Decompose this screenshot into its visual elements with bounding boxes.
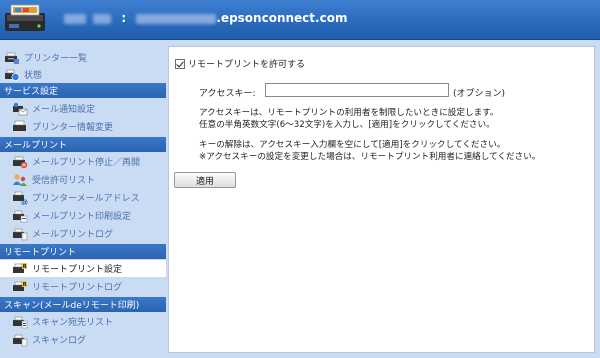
sidebar-item-printer-list[interactable]: プリンター一覧 — [0, 49, 166, 66]
sidebar-item-label: 受信許可リスト — [32, 176, 96, 186]
svg-text:R: R — [23, 264, 27, 270]
email-print-pause-icon — [13, 156, 28, 168]
sidebar-item-email-print-settings[interactable]: メールプリント印刷設定 — [0, 207, 166, 224]
sidebar-item-label: プリンター情報変更 — [32, 123, 114, 133]
printer-icon — [5, 4, 45, 31]
sidebar-item-status[interactable]: 状態 — [0, 66, 166, 83]
section-title: スキャン(メールdeリモート印刷) — [4, 301, 140, 311]
clear-key-line-1: キーの解除は、アクセスキー入力欄を空にして[適用]をクリックしてください。 — [199, 140, 506, 150]
header-title: : .epsonconnect.com — [64, 11, 347, 25]
sidebar-item-printer-email[interactable]: @ プリンターメールアドレス — [0, 189, 166, 206]
section-email-print: メールプリント — [0, 137, 166, 152]
svg-text:@: @ — [21, 198, 28, 205]
section-service-settings: サービス設定 — [0, 83, 166, 98]
remote-print-settings-panel: リモートプリントを許可する アクセスキー: (オプション) アクセスキーは、リモ… — [168, 46, 595, 353]
remote-print-settings-icon: R — [13, 262, 27, 273]
email-print-log-icon — [13, 228, 28, 240]
access-key-optional-note: (オプション) — [453, 89, 506, 99]
enable-remote-print-checkbox[interactable] — [175, 58, 185, 69]
sidebar-item-label: スキャンログ — [32, 336, 87, 346]
clear-key-line-2: ※アクセスキーの設定を変更した場合は、リモートプリント利用者に連絡してください。 — [199, 152, 541, 162]
sidebar-item-email-print-log[interactable]: メールプリントログ — [0, 225, 166, 242]
sidebar-item-printer-info[interactable]: プリンター情報変更 — [0, 118, 166, 135]
sidebar-item-label: リモートプリント設定 — [32, 265, 123, 275]
enable-remote-print-row: リモートプリントを許可する — [175, 57, 305, 70]
sidebar-item-label: メール通知設定 — [32, 105, 96, 115]
sidebar: プリンター一覧 状態 サービス設定 メール通知設定 プリンター情報変更 メールプ… — [0, 41, 166, 358]
sidebar-item-remote-print-log[interactable]: R リモートプリントログ — [0, 278, 166, 295]
header-domain: .epsonconnect.com — [216, 11, 348, 25]
section-title: リモートプリント — [4, 248, 77, 258]
sidebar-item-scan-log[interactable]: スキャンログ — [0, 331, 166, 348]
scan-destination-icon — [13, 316, 28, 328]
section-scan: スキャン(メールdeリモート印刷) — [0, 297, 166, 312]
sidebar-item-email-print-pause[interactable]: メールプリント停止／再開 — [0, 153, 166, 170]
section-title: メールプリント — [4, 141, 68, 151]
app-header: : .epsonconnect.com — [0, 0, 600, 40]
enable-remote-print-label: リモートプリントを許可する — [188, 60, 306, 70]
sidebar-item-label: 状態 — [24, 71, 43, 81]
remote-print-log-icon: R — [13, 280, 27, 291]
sidebar-item-label: メールプリント印刷設定 — [32, 212, 132, 222]
description-line-1: アクセスキーは、リモートプリントの利用者を制限したいときに設定します。 — [199, 108, 499, 118]
printer-email-icon: @ — [13, 191, 28, 205]
sidebar-item-label: メールプリント停止／再開 — [32, 158, 141, 168]
sidebar-item-scan-destination[interactable]: スキャン宛先リスト — [0, 313, 166, 330]
apply-button[interactable]: 適用 — [174, 172, 236, 188]
sidebar-item-label: スキャン宛先リスト — [32, 318, 114, 328]
scan-log-icon — [13, 334, 28, 346]
sidebar-item-approved-senders[interactable]: 受信許可リスト — [0, 171, 166, 188]
printer-info-icon — [13, 120, 26, 133]
svg-text:R: R — [23, 282, 27, 288]
approved-senders-icon — [13, 173, 27, 186]
email-print-settings-icon — [13, 210, 28, 222]
access-key-label: アクセスキー: — [199, 89, 256, 99]
section-remote-print: リモートプリント — [0, 244, 166, 259]
description-line-2: 任意の半角英数文字(6〜32文字)を入力し、[適用]をクリックしてください。 — [199, 120, 495, 130]
header-separator: : — [121, 11, 127, 25]
sidebar-item-label: プリンター一覧 — [24, 54, 88, 64]
sidebar-item-label: リモートプリントログ — [32, 283, 123, 293]
section-title: サービス設定 — [4, 87, 59, 97]
mail-notification-icon — [13, 102, 28, 115]
printer-list-icon — [5, 52, 19, 64]
sidebar-item-label: メールプリントログ — [32, 230, 114, 240]
status-icon — [5, 69, 20, 81]
access-key-input[interactable] — [265, 83, 449, 97]
redacted-email — [136, 13, 217, 24]
sidebar-item-remote-print-settings[interactable]: R リモートプリント設定 — [0, 260, 166, 277]
sidebar-item-mail-notification[interactable]: メール通知設定 — [0, 100, 166, 117]
sidebar-item-label: プリンターメールアドレス — [32, 194, 140, 204]
